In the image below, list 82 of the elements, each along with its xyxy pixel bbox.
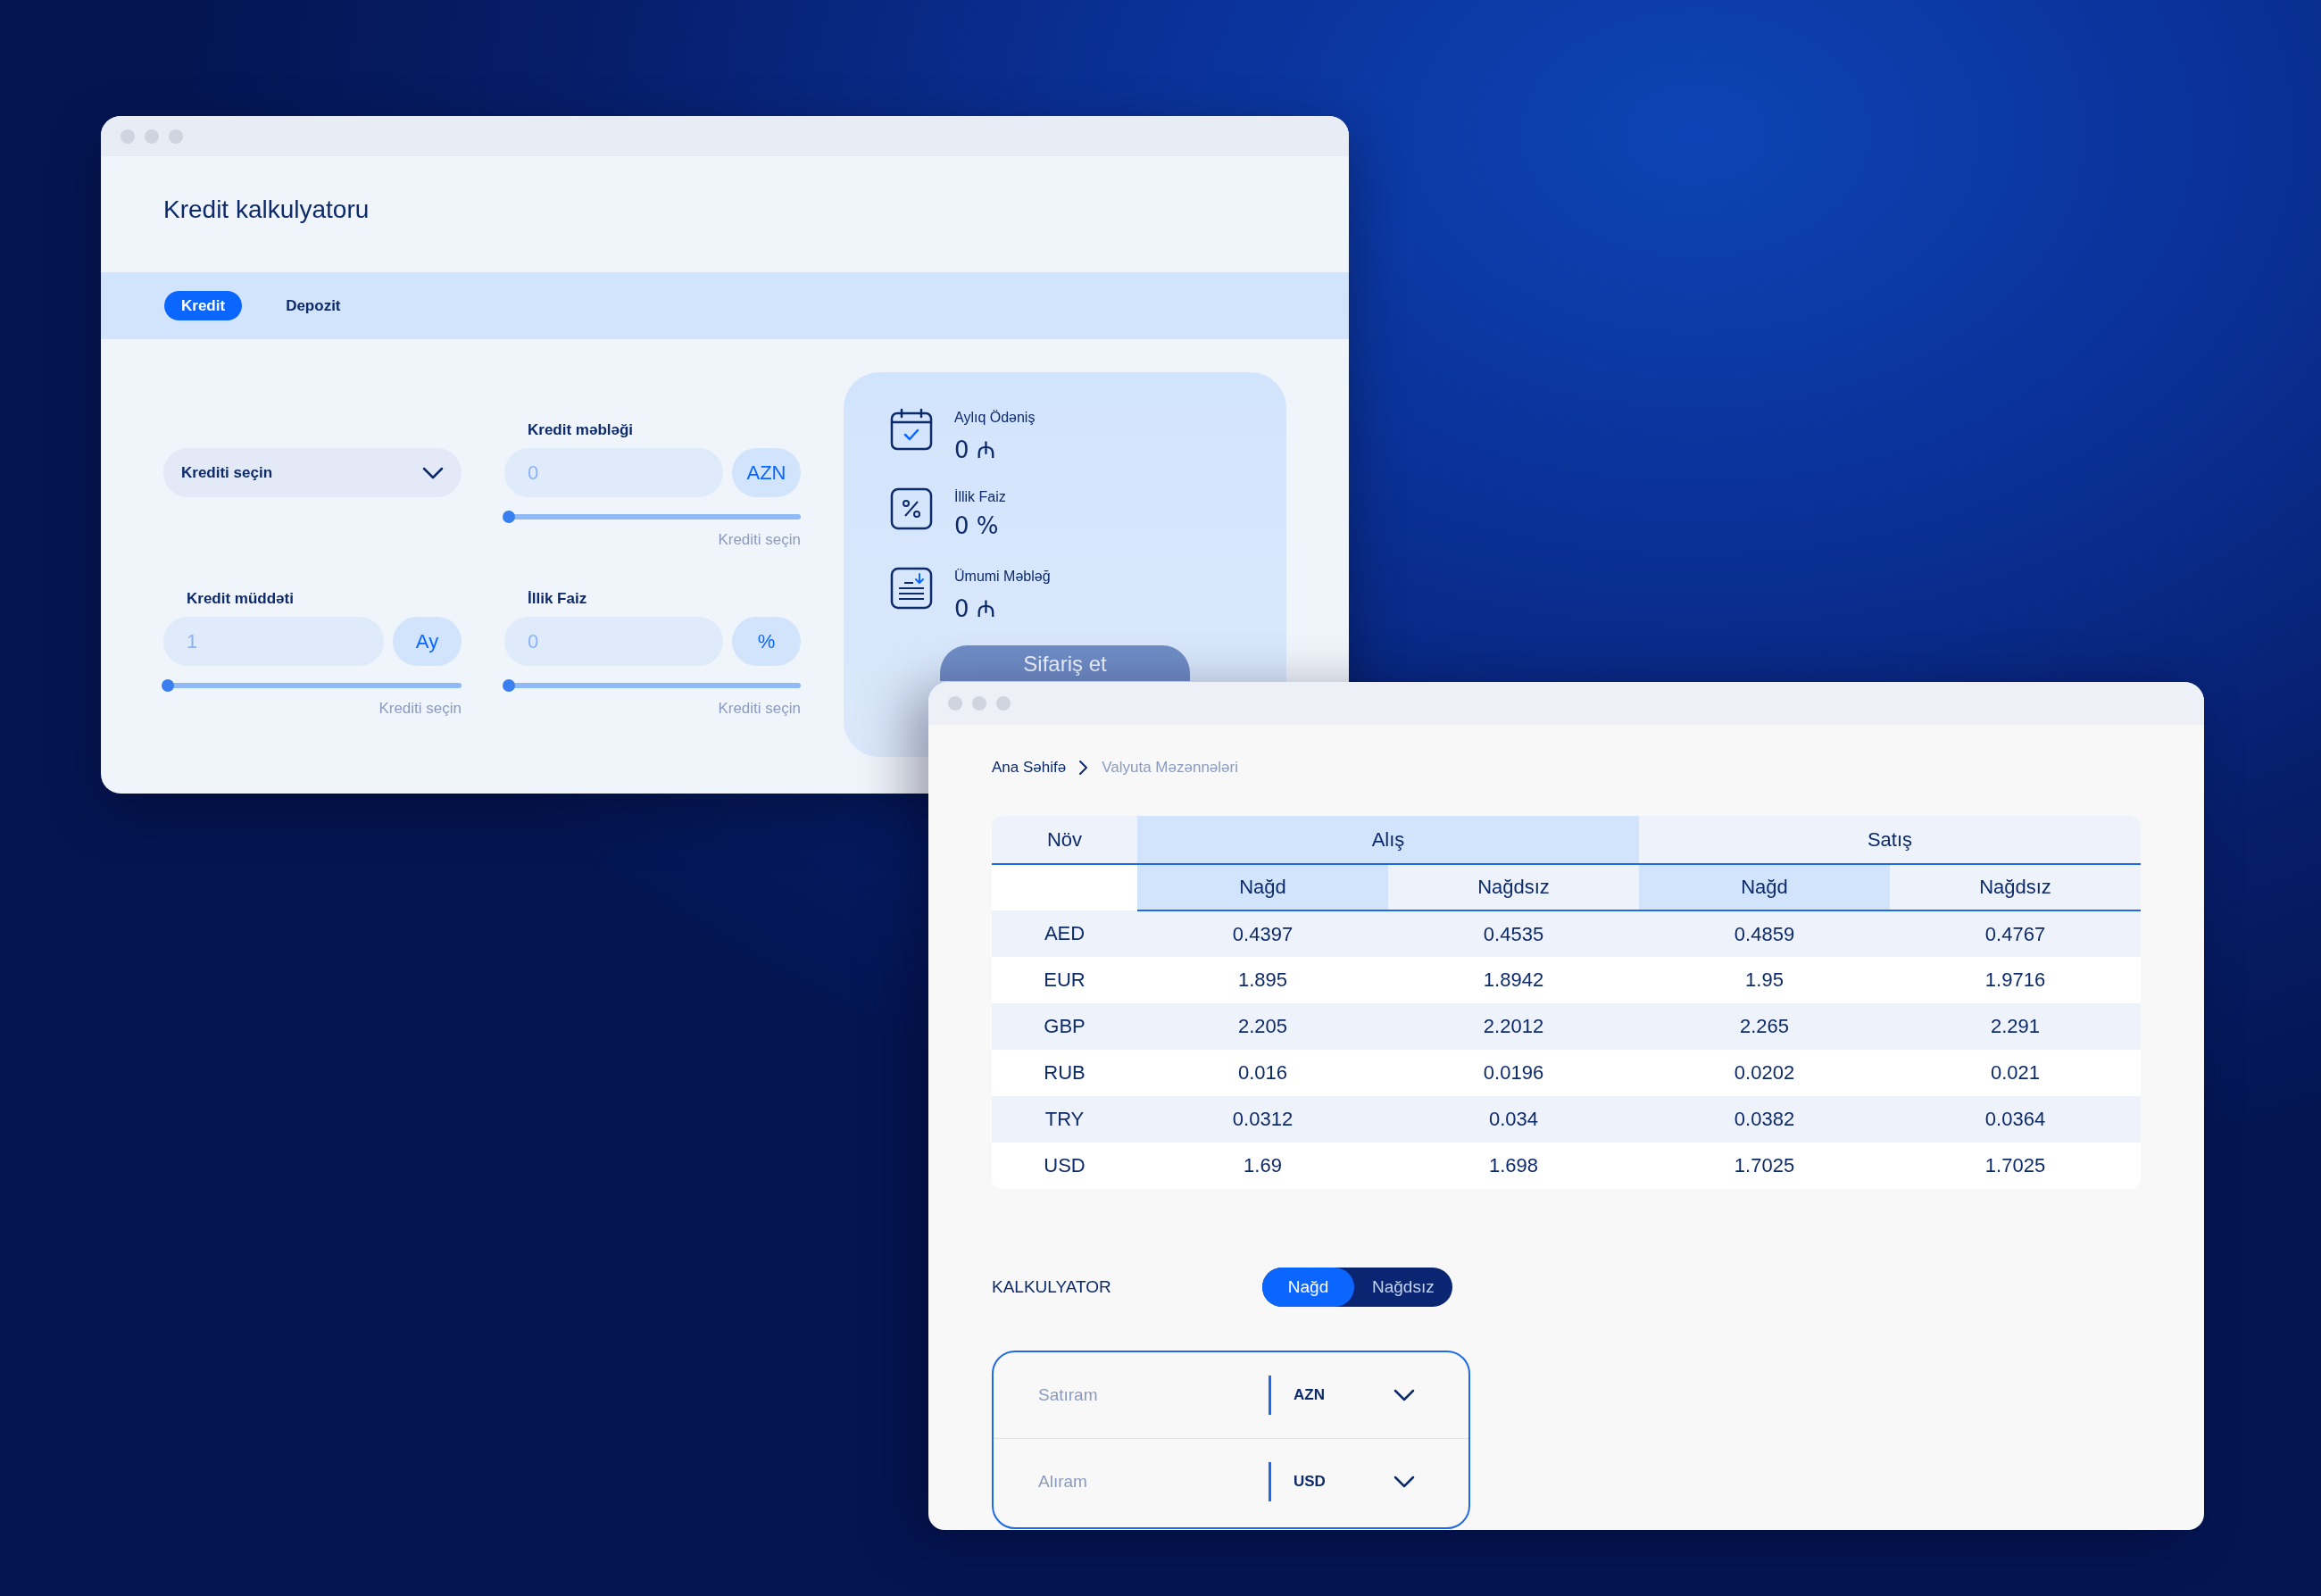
slider-hint: Krediti seçin xyxy=(718,531,801,549)
section-title: KALKULYATOR xyxy=(992,1277,1112,1297)
chevron-down-icon xyxy=(1393,1475,1415,1488)
chevron-down-icon xyxy=(1393,1389,1415,1401)
column-header: Nağdsız xyxy=(1890,864,2141,910)
table-cell: 1.95 xyxy=(1639,957,1890,1003)
summary-value: 0 % xyxy=(954,512,1000,539)
field-label: Kredit müddəti xyxy=(187,590,295,609)
table-cell: 0.016 xyxy=(1137,1050,1388,1096)
breadcrumb-link[interactable]: Valyuta Məzənnələri xyxy=(1102,759,1238,777)
table-cell: 1.9716 xyxy=(1890,957,2141,1003)
window-dot xyxy=(169,129,183,144)
amount-field[interactable]: Alıram xyxy=(1038,1472,1261,1492)
table-cell: 2.205 xyxy=(1137,1003,1388,1050)
table-cell: 0.0382 xyxy=(1639,1096,1890,1143)
table-cell: 1.7025 xyxy=(1890,1143,2141,1189)
summary-label: İllik Faiz xyxy=(954,489,1006,505)
table-cell: 0.4397 xyxy=(1137,910,1388,957)
percent-icon xyxy=(890,487,933,530)
table-cell: 0.4859 xyxy=(1639,910,1890,957)
table-cell: 2.265 xyxy=(1639,1003,1890,1050)
currency-select[interactable]: AZN xyxy=(1291,1377,1415,1413)
table-cell: 0.0202 xyxy=(1639,1050,1890,1096)
unit-button[interactable]: Ay xyxy=(393,617,462,666)
tab[interactable]: Depozit xyxy=(269,291,358,320)
table-cell: EUR xyxy=(992,957,1137,1003)
table-cell: 1.69 xyxy=(1137,1143,1388,1189)
column-header: Növ xyxy=(992,816,1137,864)
table-cell: GBP xyxy=(992,1003,1137,1050)
summary-value: 0 ₼ xyxy=(954,436,996,465)
window-dot xyxy=(948,696,962,711)
table-cell: 1.7025 xyxy=(1639,1143,1890,1189)
table-cell: 0.0364 xyxy=(1890,1096,2141,1143)
field-label: İllik Faiz xyxy=(528,590,588,609)
summary-value: 0 ₼ xyxy=(954,594,996,624)
slider-hint: Krediti seçin xyxy=(718,700,801,718)
table-cell: 0.4767 xyxy=(1890,910,2141,957)
table-cell: 2.2012 xyxy=(1388,1003,1639,1050)
document-icon xyxy=(890,567,933,610)
page-title: Kredit kalkulyatoru xyxy=(162,195,370,225)
column-header: Nağdsız xyxy=(1388,864,1639,910)
order-button[interactable]: Sifariş et xyxy=(940,645,1190,681)
table-cell: TRY xyxy=(992,1096,1137,1143)
table-cell: 0.021 xyxy=(1890,1050,2141,1096)
table-cell: 1.895 xyxy=(1137,957,1388,1003)
slider[interactable] xyxy=(504,679,801,692)
chevron-down-icon xyxy=(422,466,444,479)
table-cell: 0.034 xyxy=(1388,1096,1639,1143)
table-cell: 0.0196 xyxy=(1388,1050,1639,1096)
table-cell: 1.8942 xyxy=(1388,957,1639,1003)
amount-field[interactable]: Satıram xyxy=(1038,1385,1261,1405)
table-cell: AED xyxy=(992,910,1137,957)
slider[interactable] xyxy=(163,679,462,692)
table-cell: 2.291 xyxy=(1890,1003,2141,1050)
window-dot xyxy=(972,696,986,711)
column-header: Nağd xyxy=(1137,864,1388,910)
table-cell: 0.0312 xyxy=(1137,1096,1388,1143)
table-cell: 0.4535 xyxy=(1388,910,1639,957)
unit-button[interactable]: AZN xyxy=(732,448,801,497)
unit-button[interactable]: % xyxy=(732,617,801,666)
loan-select[interactable]: Krediti seçin xyxy=(163,448,462,497)
calendar-icon xyxy=(890,408,933,451)
window-dot xyxy=(996,696,1011,711)
window-dot xyxy=(145,129,159,144)
slider[interactable] xyxy=(504,511,801,523)
toggle-option[interactable]: Nağdsız xyxy=(1354,1268,1452,1307)
column-header: Nağd xyxy=(1639,864,1890,910)
field-label: Kredit məbləği xyxy=(528,421,635,440)
table-cell: USD xyxy=(992,1143,1137,1189)
tab[interactable]: Kredit xyxy=(164,291,243,320)
summary-label: Ümumi Məbləğ xyxy=(954,569,1051,585)
chevron-right-icon xyxy=(1078,760,1090,776)
slider-hint: Krediti seçin xyxy=(379,700,462,718)
breadcrumb-link[interactable]: Ana Səhifə xyxy=(992,759,1067,777)
toggle-option[interactable]: Nağd xyxy=(1262,1268,1354,1307)
table-cell: RUB xyxy=(992,1050,1137,1096)
column-header: Alış xyxy=(1137,816,1639,864)
summary-label: Aylıq Ödəniş xyxy=(954,410,1036,426)
table-cell: 1.698 xyxy=(1388,1143,1639,1189)
column-header: Satış xyxy=(1639,816,2141,864)
currency-select[interactable]: USD xyxy=(1291,1464,1415,1500)
window-dot xyxy=(121,129,135,144)
